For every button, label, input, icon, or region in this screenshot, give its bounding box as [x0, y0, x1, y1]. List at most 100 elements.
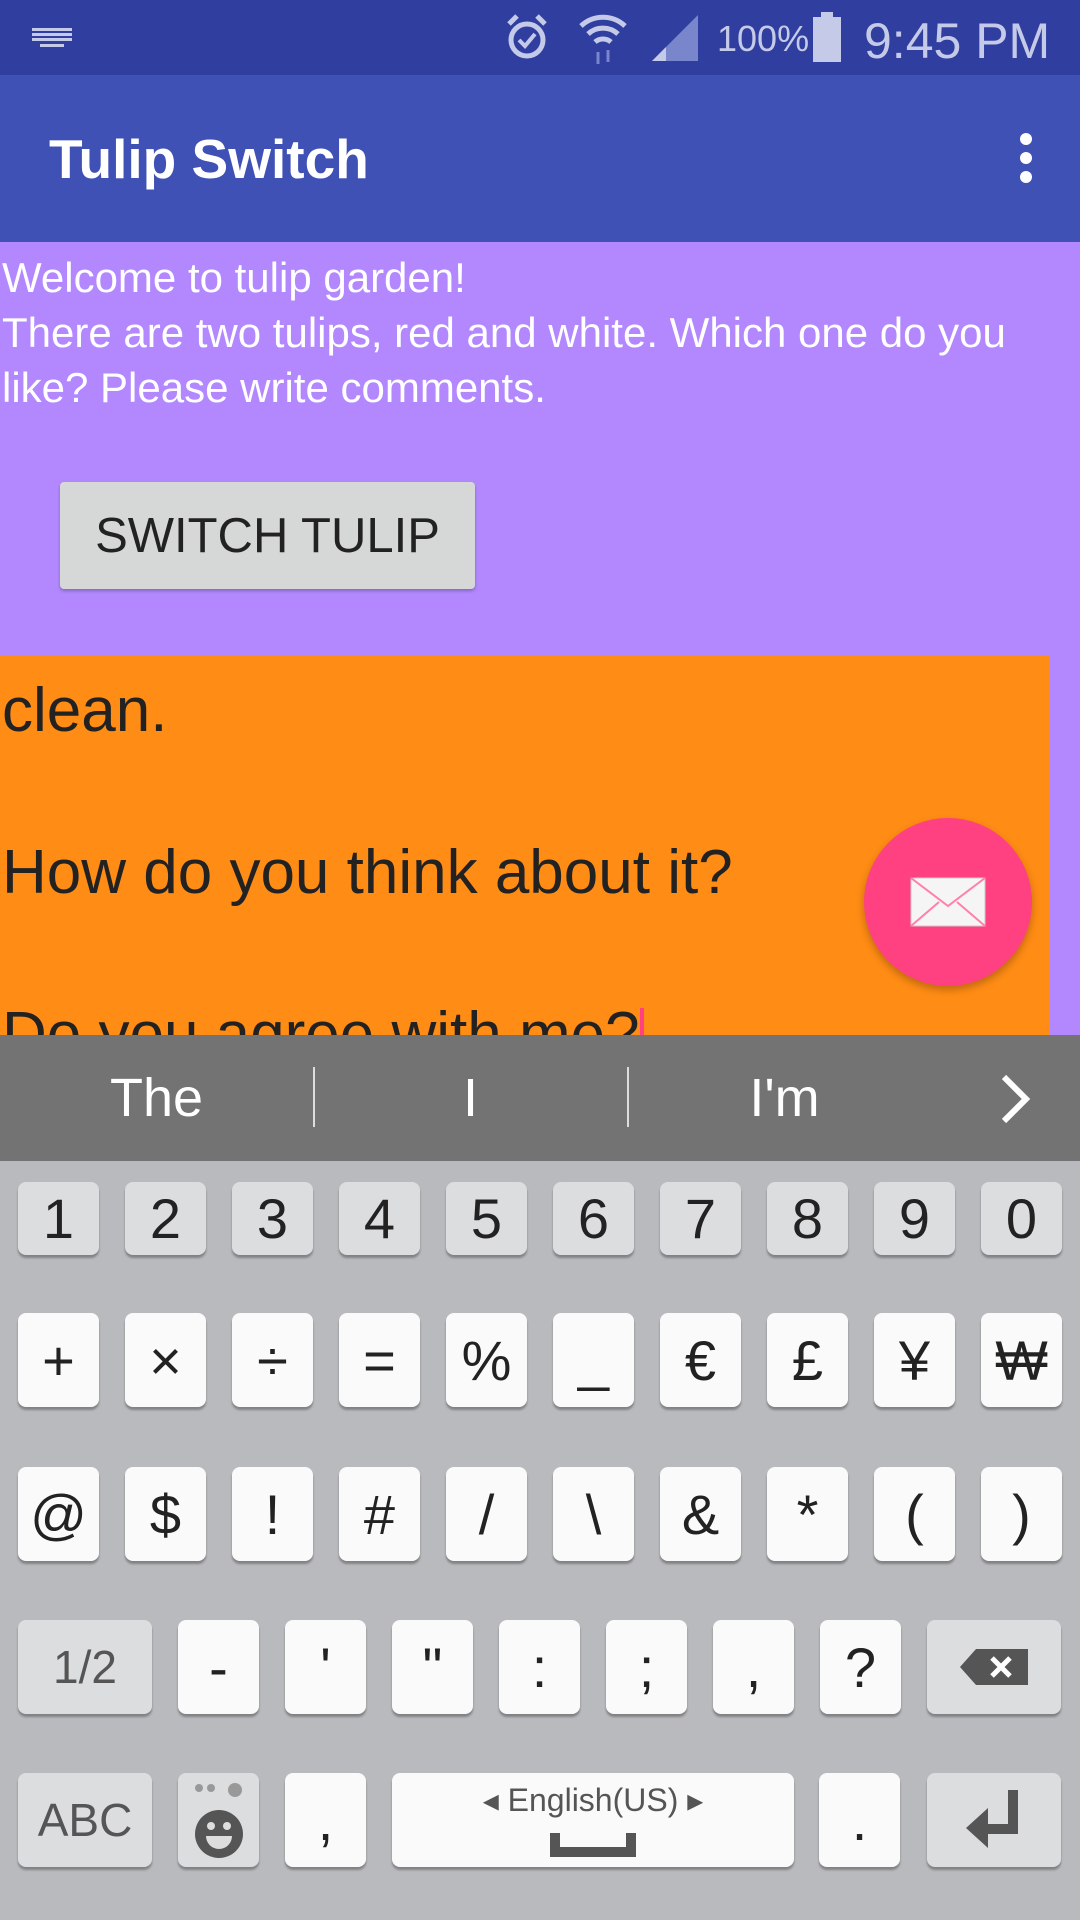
comment-text: clean. How do you think about it? Do you…	[2, 676, 733, 1035]
key[interactable]: !	[232, 1467, 313, 1561]
status-bar: 100% 9:45 PM	[0, 0, 1080, 75]
key[interactable]: %	[446, 1313, 527, 1407]
key-label: '	[320, 1635, 331, 1699]
key[interactable]: ×	[125, 1313, 206, 1407]
key[interactable]: 6	[553, 1182, 634, 1255]
key[interactable]: *	[767, 1467, 848, 1561]
key-label: ,	[317, 1788, 334, 1852]
key-label: 3	[256, 1187, 289, 1250]
key[interactable]: £	[767, 1313, 848, 1407]
key[interactable]: 7	[660, 1182, 741, 1255]
emoji-key[interactable]	[178, 1773, 259, 1867]
key-label: 6	[577, 1187, 610, 1250]
app-title: Tulip Switch	[49, 128, 369, 190]
key[interactable]: €	[660, 1313, 741, 1407]
key[interactable]: 8	[767, 1182, 848, 1255]
suggestion-im[interactable]: I'm	[628, 1035, 941, 1161]
symbol-page-key[interactable]: 1/2	[18, 1620, 152, 1714]
key-label: 1	[42, 1187, 75, 1250]
key[interactable]: ¥	[874, 1313, 955, 1407]
key-label: _	[577, 1328, 610, 1392]
key-label: £	[791, 1328, 824, 1392]
key[interactable]: -	[178, 1620, 259, 1714]
key[interactable]: @	[18, 1467, 99, 1561]
key[interactable]: 2	[125, 1182, 206, 1255]
key-label: /	[478, 1482, 495, 1546]
key[interactable]: _	[553, 1313, 634, 1407]
key-label: 2	[149, 1187, 182, 1250]
key-label: 4	[363, 1187, 396, 1250]
keyboard-icon	[32, 28, 72, 47]
welcome-line-1: Welcome to tulip garden!	[2, 254, 466, 301]
key[interactable]: (	[874, 1467, 955, 1561]
key[interactable]: 5	[446, 1182, 527, 1255]
suggestion-bar: The I I'm	[0, 1035, 1080, 1161]
arrow-right-icon: ▸	[678, 1782, 704, 1818]
key[interactable]: "	[392, 1620, 473, 1714]
clock: 9:45 PM	[864, 13, 1051, 69]
key-label: ABC	[37, 1794, 133, 1846]
key-label: $	[149, 1482, 182, 1546]
welcome-text: Welcome to tulip garden! There are two t…	[2, 250, 1072, 415]
enter-icon	[966, 1790, 1018, 1848]
key-label: ;	[638, 1635, 655, 1699]
key[interactable]: '	[285, 1620, 366, 1714]
key[interactable]: +	[18, 1313, 99, 1407]
chevron-right-icon[interactable]	[998, 1073, 1034, 1125]
key[interactable]: &	[660, 1467, 741, 1561]
key[interactable]: 1	[18, 1182, 99, 1255]
key[interactable]: ;	[606, 1620, 687, 1714]
space-bar-icon	[550, 1833, 636, 1857]
suggestion-the[interactable]: The	[0, 1035, 313, 1161]
key-label: ₩	[995, 1328, 1048, 1392]
enter-key[interactable]	[927, 1773, 1061, 1867]
key-label: ÷	[257, 1328, 288, 1392]
key-label: #	[363, 1482, 396, 1546]
key[interactable]: :	[499, 1620, 580, 1714]
suggestion-i[interactable]: I	[314, 1035, 627, 1161]
backspace-key[interactable]	[927, 1620, 1061, 1714]
overflow-menu-icon[interactable]	[1020, 133, 1032, 183]
key[interactable]: ?	[820, 1620, 901, 1714]
abc-key[interactable]: ABC	[18, 1773, 152, 1867]
welcome-line-2: There are two tulips, red and white. Whi…	[2, 309, 1006, 411]
app-bar: Tulip Switch	[0, 75, 1080, 242]
key-label: =	[363, 1328, 396, 1392]
comma-key[interactable]: ,	[285, 1773, 366, 1867]
key[interactable]: /	[446, 1467, 527, 1561]
key[interactable]: \	[553, 1467, 634, 1561]
key[interactable]: =	[339, 1313, 420, 1407]
key-label: \	[585, 1482, 602, 1546]
key-label: "	[422, 1635, 443, 1699]
key-label: ¥	[898, 1328, 931, 1392]
key[interactable]: 4	[339, 1182, 420, 1255]
key-label: €	[684, 1328, 717, 1392]
key[interactable]: #	[339, 1467, 420, 1561]
key[interactable]: 9	[874, 1182, 955, 1255]
key-label: *	[796, 1482, 819, 1546]
period-key[interactable]: .	[819, 1773, 900, 1867]
key-label: !	[264, 1482, 281, 1546]
key-label: +	[42, 1328, 75, 1392]
key-label: 9	[898, 1187, 931, 1250]
send-mail-button[interactable]	[864, 818, 1032, 986]
key[interactable]: ,	[713, 1620, 794, 1714]
mail-icon	[910, 877, 986, 927]
battery-percent: 100%	[717, 18, 810, 59]
key[interactable]: 3	[232, 1182, 313, 1255]
key-label: ,	[745, 1635, 762, 1699]
key-label: 5	[470, 1187, 503, 1250]
alarm-icon	[507, 14, 547, 59]
key-label: ?	[844, 1635, 877, 1699]
key[interactable]: 0	[981, 1182, 1062, 1255]
language-label: English(US)	[507, 1782, 679, 1818]
wifi-icon	[579, 14, 627, 64]
key[interactable]: ÷	[232, 1313, 313, 1407]
key-label: 0	[1005, 1187, 1038, 1250]
key[interactable]: ₩	[981, 1313, 1062, 1407]
key[interactable]: )	[981, 1467, 1062, 1561]
key-label: 1/2	[53, 1641, 117, 1693]
space-key[interactable]: ◂ English(US) ▸	[392, 1773, 794, 1867]
switch-tulip-button[interactable]: SWITCH TULIP	[60, 482, 475, 589]
key[interactable]: $	[125, 1467, 206, 1561]
